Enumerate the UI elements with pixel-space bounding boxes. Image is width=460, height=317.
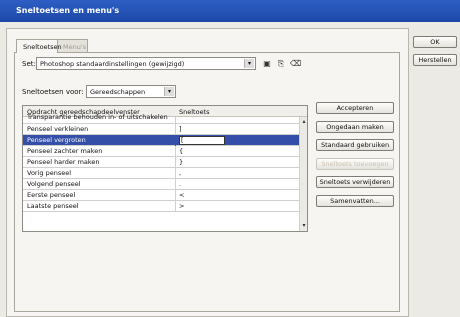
table-row-selected[interactable]: Penseel vergroten [ <box>23 135 299 146</box>
row-command: Laatste penseel <box>27 202 79 210</box>
shortcut-edit-field[interactable]: [ <box>179 136 225 145</box>
scroll-up-icon[interactable]: ▴ <box>300 118 307 126</box>
reset-button[interactable]: Herstellen <box>413 54 457 66</box>
undo-button[interactable]: Ongedaan maken <box>316 121 394 133</box>
delete-set-icon[interactable]: ⌫ <box>290 59 301 69</box>
ok-button[interactable]: OK <box>413 36 457 48</box>
table-row[interactable]: Eerste penseel < <box>23 190 299 201</box>
shortcuts-dialog: Sneltoetsen en menu's Sneltoetsen Menu's… <box>0 0 460 317</box>
shortcuts-for-value: Gereedschappen <box>90 88 146 96</box>
row-command: Penseel zachter maken <box>27 147 103 155</box>
row-shortcut: } <box>179 158 184 166</box>
shortcuts-for-label: Sneltoetsen voor: <box>22 88 84 96</box>
table-body: Transparantie behouden in- of uitschakel… <box>23 113 299 212</box>
set-select-value: Photoshop standaardinstellingen (gewijzi… <box>40 60 185 68</box>
scroll-down-icon[interactable]: ▾ <box>300 222 307 230</box>
row-shortcut: , <box>179 169 182 177</box>
set-select[interactable]: Photoshop standaardinstellingen (gewijzi… <box>36 57 256 70</box>
row-command: Penseel verkleinen <box>27 125 89 133</box>
summarize-button[interactable]: Samenvatten... <box>316 195 394 207</box>
table-row[interactable]: Penseel zachter maken { <box>23 146 299 157</box>
table-row[interactable]: Penseel verkleinen ] <box>23 124 299 135</box>
shortcuts-table: Opdracht gereedschapdeelvenster Sneltoet… <box>22 105 308 232</box>
chevron-down-icon: ▾ <box>244 59 254 68</box>
row-shortcut: < <box>179 191 185 199</box>
row-shortcut: . <box>179 180 182 188</box>
column-header-shortcut: Sneltoets <box>179 108 210 116</box>
row-shortcut: ] <box>179 125 182 133</box>
row-command: Transparantie behouden in- of uitschakel… <box>27 113 168 121</box>
row-command: Vorig penseel <box>27 169 72 177</box>
table-scrollbar[interactable]: ▴ ▾ <box>299 117 307 231</box>
new-set-icon[interactable]: ⎘ <box>276 59 286 69</box>
row-shortcut: > <box>179 202 185 210</box>
chevron-down-icon: ▾ <box>164 87 174 96</box>
row-command: Volgend penseel <box>27 180 81 188</box>
add-shortcut-button[interactable]: Sneltoets toevoegen <box>316 158 394 170</box>
accept-button[interactable]: Accepteren <box>316 102 394 114</box>
use-default-button[interactable]: Standaard gebruiken <box>316 139 394 151</box>
table-row[interactable]: Penseel harder maken } <box>23 157 299 168</box>
row-command: Eerste penseel <box>27 191 76 199</box>
table-row[interactable]: Laatste penseel > <box>23 201 299 212</box>
row-command: Penseel harder maken <box>27 158 100 166</box>
table-row[interactable]: Vorig penseel , <box>23 168 299 179</box>
table-row[interactable]: Transparantie behouden in- of uitschakel… <box>23 113 299 128</box>
window-title: Sneltoetsen en menu's <box>0 0 460 22</box>
row-command: Penseel vergroten <box>27 136 86 144</box>
row-shortcut: { <box>179 147 184 155</box>
tab-shortcuts[interactable]: Sneltoetsen <box>16 39 62 53</box>
remove-shortcut-button[interactable]: Sneltoets verwijderen <box>316 176 394 188</box>
shortcuts-for-select[interactable]: Gereedschappen ▾ <box>86 85 176 98</box>
set-label: Set: <box>22 60 36 68</box>
save-set-icon[interactable]: ▣ <box>262 59 272 69</box>
table-row[interactable]: Volgend penseel . <box>23 179 299 190</box>
